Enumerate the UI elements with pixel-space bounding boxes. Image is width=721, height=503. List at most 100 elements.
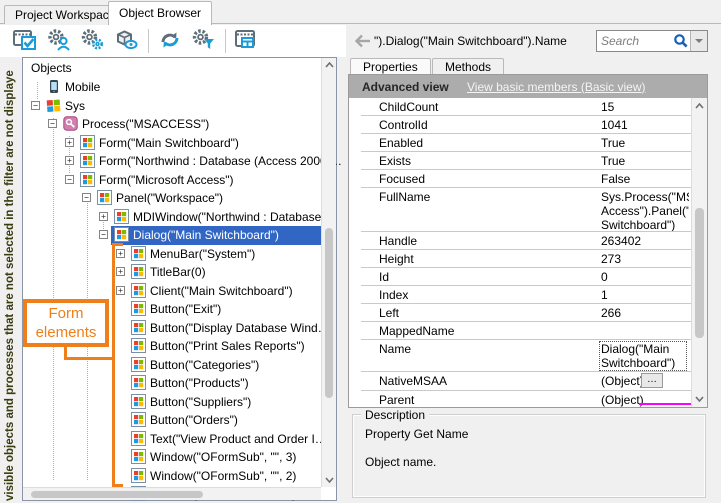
tree-item[interactable]: Button("Suppliers") — [23, 393, 321, 412]
checkpoint-window-button[interactable] — [8, 27, 42, 55]
tree-item-label: Sys — [65, 99, 85, 113]
scroll-down-icon[interactable] — [692, 392, 707, 406]
property-name: Focused — [379, 172, 425, 186]
tree-item[interactable]: Button("Orders") — [23, 411, 321, 430]
tree-scroll-thumb[interactable] — [325, 228, 333, 398]
tree-item-label: Window("OFormSub", "", 2) — [150, 469, 296, 483]
refresh-button[interactable] — [153, 27, 187, 55]
tree-item[interactable]: − Panel("Workspace") — [23, 189, 321, 208]
property-name: Index — [379, 288, 408, 302]
search-icon[interactable] — [673, 33, 689, 49]
collapse-icon[interactable]: − — [31, 101, 40, 110]
expand-icon[interactable]: + — [99, 212, 108, 221]
property-row[interactable]: NativeMSAA(Object)… — [349, 372, 691, 391]
collapse-icon[interactable]: − — [82, 193, 91, 202]
grid-scroll-thumb[interactable] — [695, 208, 704, 338]
property-row[interactable]: Id0 — [349, 268, 691, 286]
expand-icon[interactable]: + — [65, 156, 74, 165]
property-name: Parent — [379, 393, 414, 407]
tree-item[interactable]: +Form("Northwind : Database (Access 2000… — [23, 152, 321, 171]
search-input[interactable] — [601, 32, 673, 50]
property-row[interactable]: ChildCount15 — [349, 98, 691, 116]
ellipsis-button[interactable]: … — [641, 373, 663, 388]
tree-item[interactable]: +MenuBar("System") — [23, 245, 321, 264]
tree-item-label: Panel("Workspace") — [116, 191, 223, 205]
tree-horizontal-scrollbar[interactable] — [23, 487, 321, 500]
description-text: Object name. — [365, 455, 436, 469]
tree-item[interactable]: Mobile — [23, 78, 321, 97]
tree-item-label: Window("OFormSub", "", 3) — [150, 450, 296, 464]
back-arrow-icon[interactable] — [354, 34, 372, 51]
property-row[interactable]: ExistsTrue — [349, 152, 691, 170]
object-browser-window: Project Workspace Object Browser — [0, 0, 721, 503]
property-row[interactable]: Index 1 — [349, 286, 691, 304]
tree-vertical-scrollbar[interactable] — [321, 58, 336, 487]
options-button[interactable] — [76, 27, 110, 55]
property-row[interactable]: Parent(Object) — [349, 391, 691, 407]
collapse-icon[interactable]: − — [65, 175, 74, 184]
tree-item[interactable]: Window("OFormSub", "", 2) — [23, 467, 321, 486]
tree-item[interactable]: − Sys — [23, 97, 321, 116]
expand-icon[interactable]: + — [116, 267, 125, 276]
expand-icon[interactable]: + — [116, 286, 125, 295]
tree-hscroll-thumb[interactable] — [31, 491, 203, 498]
filter-settings-button[interactable] — [187, 27, 221, 55]
tree-item[interactable]: −Form("Microsoft Access") — [23, 171, 321, 190]
property-name: MappedName — [379, 324, 454, 338]
tree-root-label: Objects — [31, 61, 72, 75]
tree-item[interactable]: +TitleBar(0) — [23, 263, 321, 282]
tree-item-label: Client("Main Switchboard") — [150, 284, 293, 298]
property-row[interactable]: EnabledTrue — [349, 134, 691, 152]
tree-item[interactable]: Text("View Product and Order I… — [23, 430, 321, 449]
object-browser-toolbar — [0, 25, 346, 57]
tree-item[interactable]: Window("OFormSub", "", 3) — [23, 448, 321, 467]
tree-item[interactable]: + Form("Main Switchboard") — [23, 134, 321, 153]
filter-note-strip: visible objects and processes that are n… — [0, 57, 22, 501]
property-row[interactable]: Left266 — [349, 304, 691, 322]
tree-item-label: Button("Exit") — [150, 302, 221, 316]
property-row[interactable]: NameDialog("Main Switchboard") — [349, 340, 691, 372]
property-row[interactable]: FocusedFalse — [349, 170, 691, 188]
description-panel: Description Property Get Name Object nam… — [352, 414, 706, 498]
basic-view-link[interactable]: View basic members (Basic view) — [467, 80, 646, 94]
property-name: NativeMSAA — [379, 374, 447, 388]
filter-note-text: visible objects and processes that are n… — [4, 70, 16, 501]
expand-icon[interactable]: + — [116, 249, 125, 258]
property-row[interactable]: Height273 — [349, 250, 691, 268]
annotation-bracket-line — [112, 243, 115, 487]
annotation-bracket-foot — [112, 484, 123, 487]
scroll-down-icon[interactable] — [322, 473, 337, 487]
tree-item[interactable]: Button("Products") — [23, 374, 321, 393]
scroll-up-icon[interactable] — [692, 99, 707, 113]
tree-item[interactable]: +MDIWindow("Northwind : Database… — [23, 208, 321, 227]
collapse-icon[interactable]: − — [48, 119, 57, 128]
tree-item[interactable]: + Client("Main Switchboard") — [23, 282, 321, 301]
tree-item[interactable]: −Process("MSACCESS") — [23, 115, 321, 134]
grid-vertical-scrollbar[interactable] — [691, 98, 707, 407]
cube-eye-icon — [114, 28, 140, 55]
expand-icon[interactable]: + — [65, 138, 74, 147]
panels-button[interactable] — [230, 27, 264, 55]
tree-item-label: Form("Main Switchboard") — [99, 136, 239, 150]
property-row[interactable]: MappedName — [349, 322, 691, 340]
tree-item[interactable]: −Dialog("Main Switchboard") — [23, 226, 321, 245]
property-value: True — [601, 154, 689, 168]
property-name: ChildCount — [379, 100, 438, 114]
collapse-icon[interactable]: − — [99, 230, 108, 239]
view-header-bar: Advanced view View basic members (Basic … — [349, 75, 707, 98]
search-dropdown-button[interactable] — [690, 31, 707, 51]
property-row[interactable]: ControlId1041 — [349, 116, 691, 134]
gear-gear-icon — [80, 28, 106, 55]
window-icon — [131, 375, 146, 390]
property-row[interactable]: FullNameSys.Process("MSA Access").Panel(… — [349, 188, 691, 232]
object-spy-button[interactable] — [110, 27, 144, 55]
scroll-up-icon[interactable] — [322, 58, 337, 72]
property-row[interactable]: Handle263402 — [349, 232, 691, 250]
tree-item-label: Button("Categories") — [150, 358, 259, 372]
tree-item-label: Form("Northwind : Database (Access 2000 … — [99, 154, 342, 168]
gear-filter-icon — [191, 28, 217, 55]
tab-object-browser[interactable]: Object Browser — [108, 1, 212, 25]
window-icon — [131, 246, 146, 261]
property-value: 1 — [601, 288, 689, 302]
mapping-settings-button[interactable] — [42, 27, 76, 55]
